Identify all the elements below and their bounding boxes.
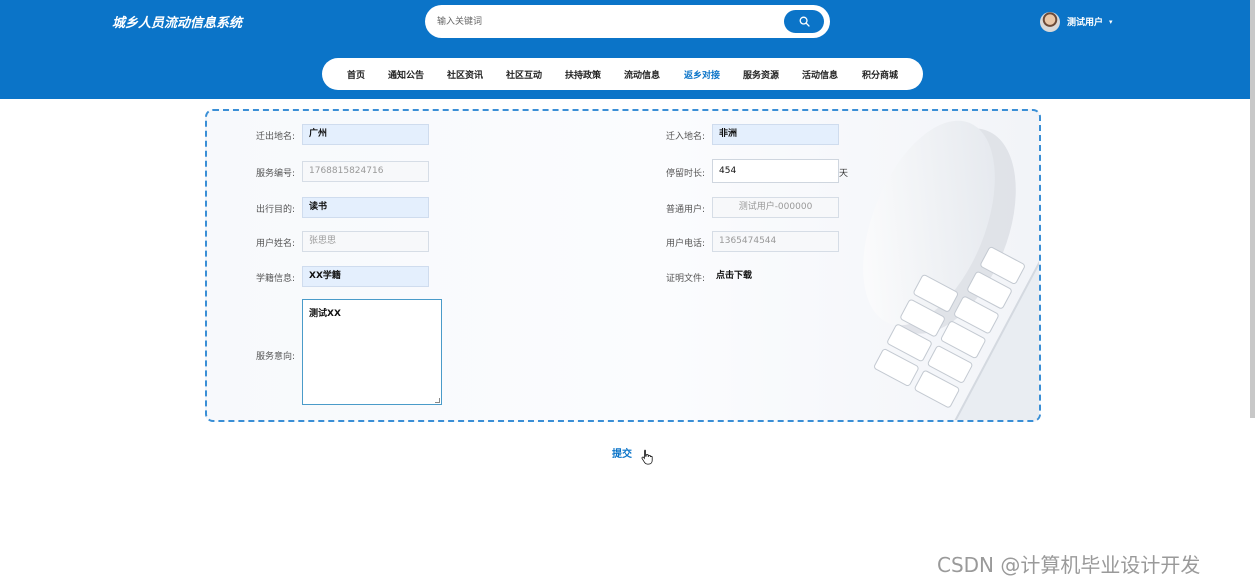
search-bar bbox=[425, 5, 830, 38]
normal-user-field: 测试用户-000000 bbox=[712, 197, 839, 218]
user-menu[interactable]: 测试用户 ▾ bbox=[1040, 11, 1113, 32]
user-phone-label: 用户电话: bbox=[666, 239, 706, 249]
hand-cursor-icon bbox=[641, 449, 653, 465]
chevron-down-icon: ▾ bbox=[1109, 17, 1113, 26]
normal-user-label: 普通用户: bbox=[666, 205, 706, 215]
purpose-label: 出行目的: bbox=[256, 205, 296, 215]
resize-handle[interactable] bbox=[435, 398, 440, 403]
nav-item-flow-info[interactable]: 流动信息 bbox=[624, 68, 660, 81]
to-place-label: 迁入地名: bbox=[666, 132, 706, 142]
scrollbar[interactable] bbox=[1250, 0, 1255, 418]
service-no-field: 1768815824716 bbox=[302, 161, 429, 182]
nav-item-home[interactable]: 首页 bbox=[347, 68, 365, 81]
nav-item-points-mall[interactable]: 积分商城 bbox=[862, 68, 898, 81]
search-input[interactable] bbox=[437, 13, 767, 30]
student-info-input[interactable]: XX学籍 bbox=[302, 266, 429, 287]
stay-duration-unit: 天 bbox=[839, 169, 849, 179]
student-info-label: 学籍信息: bbox=[256, 274, 296, 284]
watermark-text: CSDN @计算机毕业设计开发 bbox=[937, 553, 1201, 577]
stay-duration-label: 停留时长: bbox=[666, 169, 706, 179]
user-phone-field: 1365474544 bbox=[712, 231, 839, 252]
service-intent-textarea[interactable]: 测试XX bbox=[302, 299, 442, 405]
search-icon bbox=[799, 16, 810, 27]
main-nav: 首页 通知公告 社区资讯 社区互动 扶持政策 流动信息 返乡对接 服务资源 活动… bbox=[322, 58, 923, 90]
user-name-label: 用户姓名: bbox=[256, 239, 296, 249]
service-form: 迁出地名: 广州 迁入地名: 非洲 服务编号: 1768815824716 停留… bbox=[205, 109, 1041, 422]
nav-item-community-interaction[interactable]: 社区互动 bbox=[506, 68, 542, 81]
stay-duration-input[interactable]: 454 bbox=[712, 159, 839, 183]
service-no-label: 服务编号: bbox=[256, 169, 296, 179]
avatar bbox=[1040, 11, 1060, 32]
site-title: 城乡人员流动信息系统 bbox=[112, 16, 243, 31]
search-button[interactable] bbox=[784, 10, 824, 33]
nav-item-notice[interactable]: 通知公告 bbox=[388, 68, 424, 81]
service-intent-text: 测试XX bbox=[309, 309, 341, 319]
nav-item-support-policy[interactable]: 扶持政策 bbox=[565, 68, 601, 81]
nav-item-return-home[interactable]: 返乡对接 bbox=[684, 68, 720, 81]
proof-file-label: 证明文件: bbox=[666, 274, 706, 284]
nav-item-service-resources[interactable]: 服务资源 bbox=[743, 68, 779, 81]
nav-item-community-news[interactable]: 社区资讯 bbox=[447, 68, 483, 81]
to-place-input[interactable]: 非洲 bbox=[712, 124, 839, 145]
user-name-field: 张思思 bbox=[302, 231, 429, 252]
from-place-input[interactable]: 广州 bbox=[302, 124, 429, 145]
nav-item-activity-info[interactable]: 活动信息 bbox=[802, 68, 838, 81]
top-header: 城乡人员流动信息系统 测试用户 ▾ 首页 通知公告 社区资讯 社区互动 扶持政策… bbox=[0, 0, 1255, 99]
submit-button[interactable]: 提交 bbox=[612, 445, 632, 460]
user-name: 测试用户 bbox=[1067, 18, 1104, 28]
purpose-input[interactable]: 读书 bbox=[302, 197, 429, 218]
from-place-label: 迁出地名: bbox=[256, 132, 296, 142]
service-intent-label: 服务意向: bbox=[256, 352, 296, 362]
download-link[interactable]: 点击下载 bbox=[716, 268, 752, 281]
